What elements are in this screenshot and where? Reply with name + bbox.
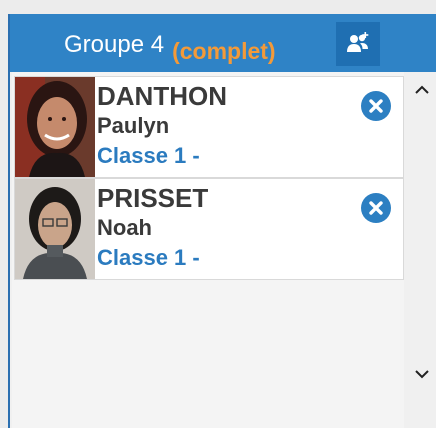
member-lastname: PRISSET xyxy=(97,183,209,213)
member-card: DANTHON Paulyn Classe 1 - xyxy=(14,76,404,178)
scroll-down-button[interactable] xyxy=(412,364,432,384)
group-add-icon xyxy=(347,32,369,52)
remove-member-button[interactable] xyxy=(361,193,391,223)
scrollbar[interactable] xyxy=(406,74,436,394)
member-card: PRISSET Noah Classe 1 - xyxy=(14,178,404,280)
member-firstname: Noah xyxy=(97,215,152,240)
group-name: Groupe 4 xyxy=(64,31,165,58)
remove-circle-icon xyxy=(369,201,383,215)
group-add-button[interactable] xyxy=(336,22,380,66)
group-panel: Groupe 4 (complet) DANTHON Paulyn Classe… xyxy=(8,14,436,428)
group-header: Groupe 4 (complet) xyxy=(10,14,436,72)
member-photo xyxy=(15,77,95,177)
member-classe-link[interactable]: Classe 1 - xyxy=(97,245,200,271)
member-list: DANTHON Paulyn Classe 1 - PRISSET Noah C… xyxy=(12,72,404,428)
scroll-up-button[interactable] xyxy=(412,80,432,100)
group-status: (complet) xyxy=(172,38,276,64)
remove-circle-icon xyxy=(369,99,383,113)
member-lastname: DANTHON xyxy=(97,81,227,111)
member-photo xyxy=(15,179,95,279)
remove-member-button[interactable] xyxy=(361,91,391,121)
group-title: Groupe 4 (complet) xyxy=(64,30,276,64)
chevron-up-icon xyxy=(415,85,429,94)
chevron-down-icon xyxy=(415,370,429,379)
member-firstname: Paulyn xyxy=(97,113,170,138)
member-classe-link[interactable]: Classe 1 - xyxy=(97,143,200,169)
